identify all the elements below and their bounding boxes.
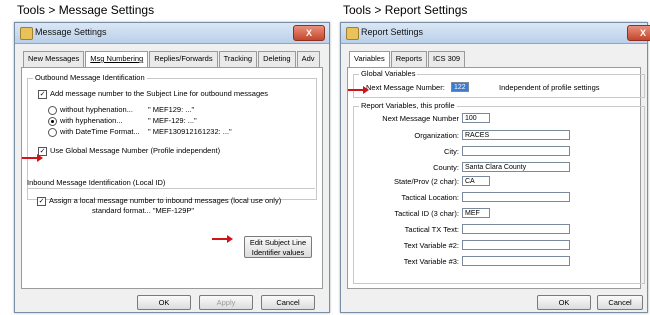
arrow-next-message-number [348, 86, 369, 94]
city-input[interactable] [462, 146, 570, 156]
cancel-button[interactable]: Cancel [597, 295, 643, 310]
organization-input[interactable]: RACES [462, 130, 570, 140]
assign-local-format: standard format... "MEF-129P" [92, 206, 195, 215]
window-title: Report Settings [361, 27, 424, 37]
report-settings-titlebar: Report Settings X [341, 23, 650, 44]
arrow-global-number [22, 154, 43, 162]
tab-replies-forwards[interactable]: Replies/Forwards [149, 51, 218, 67]
global-variables-legend: Global Variables [359, 69, 418, 78]
next-message-number-input[interactable]: 100 [462, 113, 490, 123]
field-label: County: [433, 163, 459, 172]
report-settings-tabs: Variables Reports ICS 309 [349, 51, 466, 67]
county-input[interactable]: Santa Clara County [462, 162, 570, 172]
edit-button-line2: Identifier values [251, 248, 305, 257]
window-icon [20, 27, 33, 40]
message-settings-window: Message Settings X New Messages Msg Numb… [14, 22, 330, 313]
tactical-id-input[interactable]: MEF [462, 208, 490, 218]
datetime-radio[interactable] [48, 128, 57, 137]
tab-ics-309[interactable]: ICS 309 [427, 51, 466, 67]
inbound-divider [27, 188, 315, 189]
field-label: Next Message Number [382, 114, 459, 123]
global-number-label: Use Global Message Number (Profile indep… [50, 146, 221, 155]
assign-local-label: Assign a local message number to inbound… [49, 196, 282, 205]
field-label: Text Variable #3: [403, 257, 459, 266]
state-input[interactable]: CA [462, 176, 490, 186]
field-label: Text Variable #2: [403, 241, 459, 250]
ok-button[interactable]: OK [137, 295, 191, 310]
window-title: Message Settings [35, 27, 107, 37]
report-variables-group: Report Variables, this profile Next Mess… [353, 101, 645, 284]
close-button[interactable]: X [293, 25, 325, 41]
field-label: Organization: [414, 131, 459, 140]
global-next-label: Next Message Number: [366, 83, 445, 92]
apply-button[interactable]: Apply [199, 295, 253, 310]
caption-report-settings: Tools > Report Settings [343, 3, 468, 17]
datetime-label: with DateTime Format... [60, 127, 140, 136]
report-variables-legend: Report Variables, this profile [359, 101, 457, 110]
ok-button[interactable]: OK [537, 295, 591, 310]
tab-tracking[interactable]: Tracking [218, 51, 258, 67]
field-label: State/Prov (2 char): [393, 177, 459, 186]
tab-deleting[interactable]: Deleting [258, 51, 296, 67]
field-label: City: [444, 147, 459, 156]
without-hyphen-radio[interactable] [48, 106, 57, 115]
message-settings-tabs: New Messages Msg Numbering Replies/Forwa… [23, 51, 321, 67]
datetime-example: " MEF130912161232: ..." [148, 127, 232, 136]
inbound-legend: Inbound Message Identification (Local ID… [27, 178, 166, 187]
window-icon [346, 27, 359, 40]
tactical-tx-input[interactable] [462, 224, 570, 234]
with-hyphen-radio[interactable] [48, 117, 57, 126]
text-variable-2-input[interactable] [462, 240, 570, 250]
close-button[interactable]: X [627, 25, 650, 41]
global-variables-group: Global Variables Next Message Number: 12… [353, 69, 645, 98]
report-settings-window: Report Settings X Variables Reports ICS … [340, 22, 650, 313]
global-note: Independent of profile settings [499, 83, 600, 92]
edit-button-line1: Edit Subject Line [249, 238, 307, 247]
variables-panel: Global Variables Next Message Number: 12… [347, 67, 645, 289]
without-hyphen-example: " MEF129: ..." [148, 105, 195, 114]
outbound-legend: Outbound Message Identification [33, 73, 147, 82]
tab-adv[interactable]: Adv [296, 51, 320, 67]
field-label: Tactical ID (3 char): [394, 209, 459, 218]
edit-subject-line-button[interactable]: Edit Subject Line Identifier values [244, 236, 312, 258]
assign-local-checkbox[interactable]: ✓ [37, 197, 46, 206]
caption-message-settings: Tools > Message Settings [17, 3, 155, 17]
tab-msg-numbering[interactable]: Msg Numbering [85, 51, 149, 67]
text-variable-3-input[interactable] [462, 256, 570, 266]
without-hyphen-label: without hyphenation... [60, 105, 133, 114]
field-label: Tactical Location: [401, 193, 459, 202]
add-number-checkbox[interactable]: ✓ [38, 90, 47, 99]
with-hyphen-label: with hyphenation... [60, 116, 123, 125]
tab-new-messages[interactable]: New Messages [23, 51, 85, 67]
cancel-button[interactable]: Cancel [261, 295, 315, 310]
add-number-label: Add message number to the Subject Line f… [50, 89, 269, 98]
tactical-location-input[interactable] [462, 192, 570, 202]
tab-reports[interactable]: Reports [390, 51, 427, 67]
tab-variables[interactable]: Variables [349, 51, 390, 67]
with-hyphen-example: " MEF-129: ..." [148, 116, 197, 125]
msg-numbering-panel: Outbound Message Identification ✓ Add me… [21, 67, 323, 289]
global-next-input[interactable]: 122 [451, 82, 469, 92]
field-label: Tactical TX Text: [404, 225, 459, 234]
arrow-edit-button [212, 235, 233, 243]
message-settings-titlebar: Message Settings X [15, 23, 329, 44]
